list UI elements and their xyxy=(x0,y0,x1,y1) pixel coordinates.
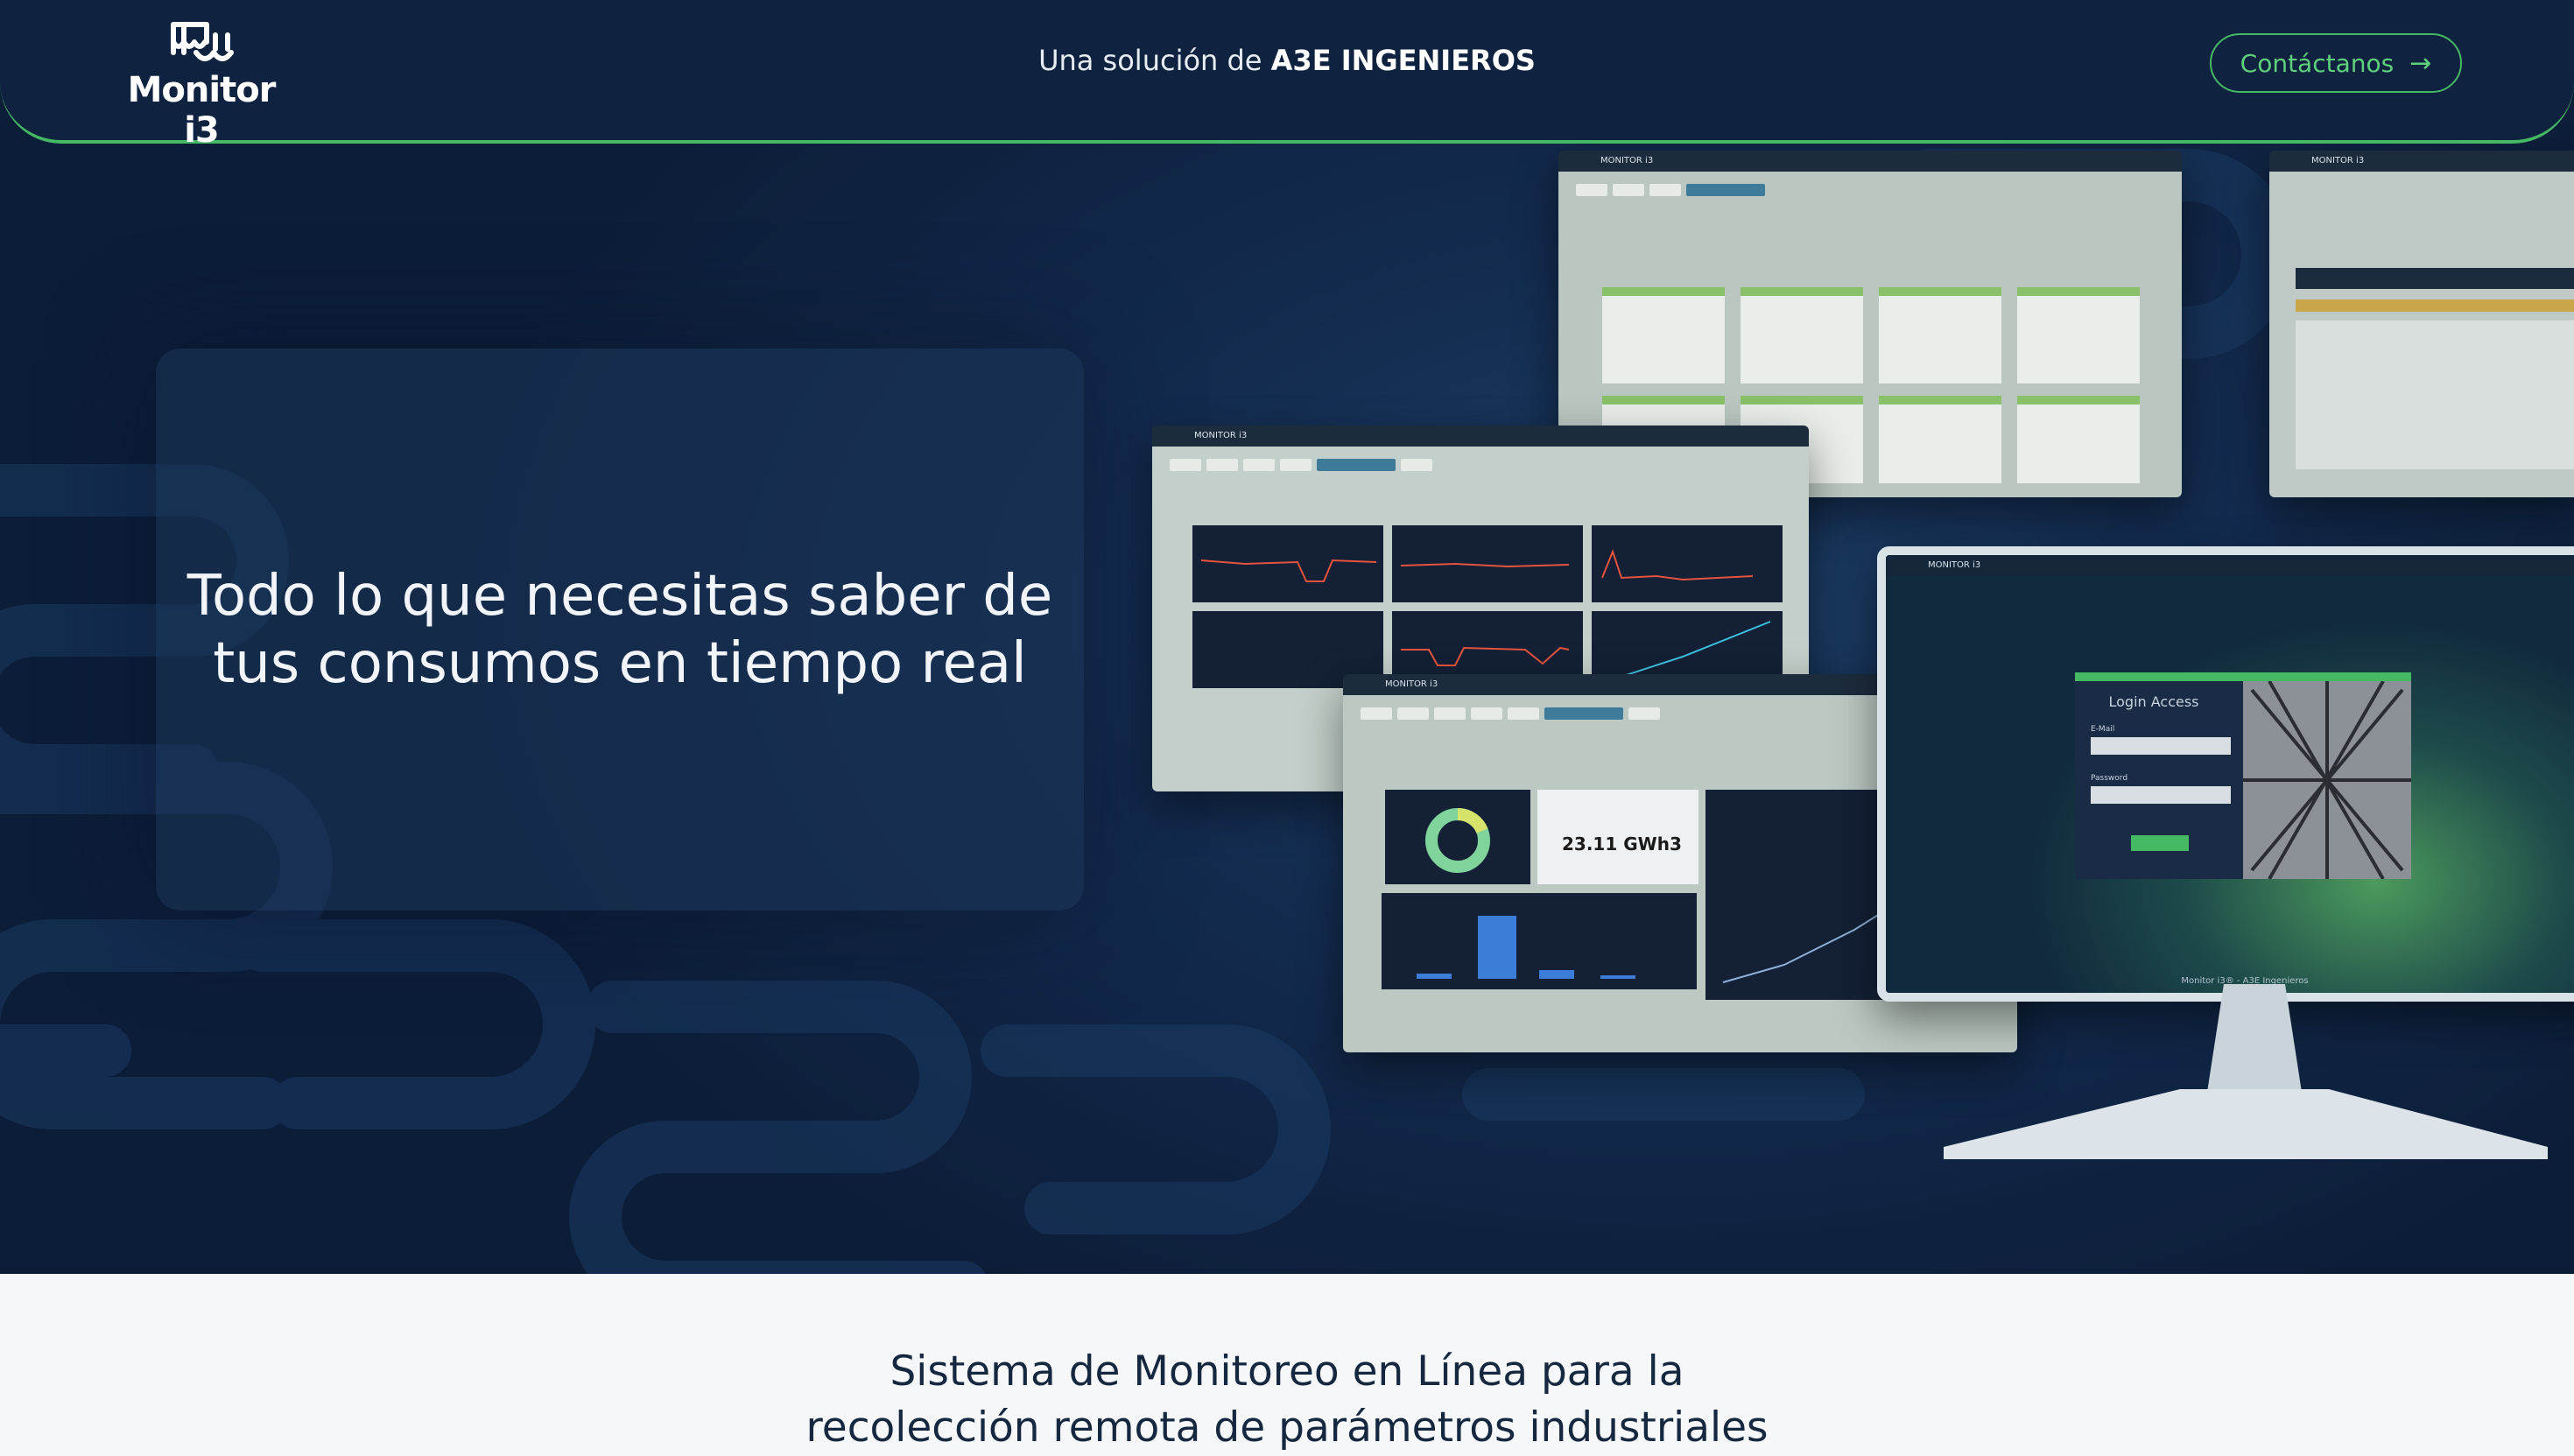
section-title-line1: Sistema de Monitoreo en Línea para la xyxy=(890,1347,1684,1396)
hero-section: Monitor i3 Una solución de A3E INGENIERO… xyxy=(0,0,2574,1274)
consumption-by-area-panel xyxy=(1382,893,1697,989)
login-monitor-screen: MONITOR i3 Login Access E-Mail Password … xyxy=(1877,546,2574,1002)
top-navbar: Monitor i3 Una solución de A3E INGENIERO… xyxy=(0,0,2574,151)
bar-chart xyxy=(1417,916,1635,979)
screen-titlebar: MONITOR i3 xyxy=(1886,555,2574,576)
screen-titlebar: MONITOR i3 xyxy=(1152,426,1809,447)
screen-titlebar: MONITOR i3 xyxy=(1558,151,2182,172)
arrow-right-icon: → xyxy=(2409,47,2432,79)
donut-chart xyxy=(1425,807,1490,873)
hero-title: Todo lo que necesitas saber de tus consu… xyxy=(186,563,1053,696)
logo-text: Monitor i3 xyxy=(127,70,277,151)
percentage-by-area-panel xyxy=(1385,790,1530,884)
login-email-label: E-Mail xyxy=(2091,725,2115,734)
tagline-prefix: Una solución de xyxy=(1038,44,1262,77)
total-consumption-value: 23.11 GWh3 xyxy=(1562,834,1682,855)
contact-button[interactable]: Contáctanos → xyxy=(2210,33,2462,93)
screen-tabs xyxy=(1576,184,1765,196)
section-title: Sistema de Monitoreo en Línea para la re… xyxy=(0,1344,2574,1456)
login-title: Login Access xyxy=(2108,693,2199,710)
login-card: Login Access E-Mail Password xyxy=(2075,672,2411,879)
dashboard-screenshot-table: MONITOR i3 xyxy=(2269,151,2574,497)
login-password-label: Password xyxy=(2091,774,2128,783)
intro-section: Sistema de Monitoreo en Línea para la re… xyxy=(0,1274,2574,1452)
contact-button-label: Contáctanos xyxy=(2240,48,2395,78)
tagline: Una solución de A3E INGENIEROS xyxy=(0,44,2574,77)
login-illustration xyxy=(2243,681,2411,879)
total-consumption-card: 23.11 GWh3 xyxy=(1537,790,1698,884)
screen-titlebar: MONITOR i3 xyxy=(2269,151,2574,172)
tagline-brand: A3E INGENIEROS xyxy=(1270,44,1536,77)
trend-lines xyxy=(1200,549,1771,684)
section-title-line2: recolección remota de parámetros industr… xyxy=(805,1403,1769,1452)
monitor-stand xyxy=(1944,984,2548,1159)
